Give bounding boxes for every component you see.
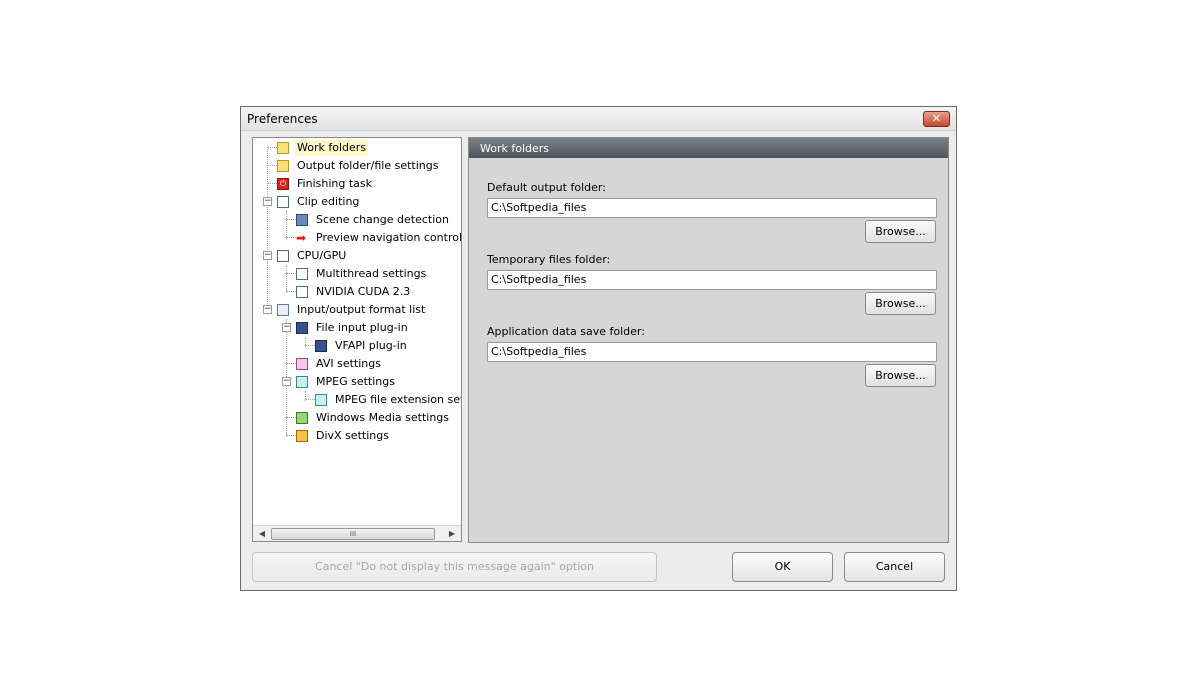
browse-temporary-files-button[interactable]: Browse... (865, 292, 936, 315)
cancel-button[interactable]: Cancel (844, 552, 945, 582)
film-icon (296, 214, 308, 226)
title-bar: Preferences ✕ (241, 107, 956, 131)
app-data-input[interactable]: C:\Softpedia_files (487, 342, 937, 362)
edit-icon (277, 250, 289, 262)
scroll-right-icon[interactable]: ▶ (445, 527, 459, 540)
panel-header: Work folders (469, 138, 948, 158)
settings-tree: − − − − − Work folders Output folder/fil… (252, 137, 462, 542)
expander-cpu-gpu[interactable]: − (263, 251, 272, 260)
browse-app-data-button[interactable]: Browse... (865, 364, 936, 387)
edit-icon (296, 286, 308, 298)
avi-icon (296, 358, 308, 370)
plug-icon (315, 340, 327, 352)
ok-button[interactable]: OK (732, 552, 833, 582)
browse-default-output-button[interactable]: Browse... (865, 220, 936, 243)
expander-io-format[interactable]: − (263, 305, 272, 314)
close-button[interactable]: ✕ (923, 111, 950, 127)
preferences-dialog: Preferences ✕ − − − − − Work folders Out… (240, 106, 957, 591)
expander-mpeg[interactable]: − (282, 377, 291, 386)
mpeg-icon (296, 376, 308, 388)
work-folders-panel: Work folders Default output folder: C:\S… (468, 137, 949, 543)
horizontal-scrollbar[interactable]: ◀ III ▶ (253, 525, 461, 541)
cancel-do-not-display-button[interactable]: Cancel "Do not display this message agai… (252, 552, 657, 582)
power-icon: ⏻ (277, 178, 289, 190)
plug-icon (296, 322, 308, 334)
folder-icon (277, 142, 289, 154)
default-output-input[interactable]: C:\Softpedia_files (487, 198, 937, 218)
edit-icon (296, 268, 308, 280)
temporary-files-input[interactable]: C:\Softpedia_files (487, 270, 937, 290)
default-output-label: Default output folder: (487, 181, 606, 194)
divx-icon (296, 430, 308, 442)
expander-file-input[interactable]: − (282, 323, 291, 332)
mpeg-icon (315, 394, 327, 406)
scroll-thumb[interactable]: III (271, 528, 435, 540)
edit-icon (277, 196, 289, 208)
list-icon (277, 304, 289, 316)
arrow-icon: ➡ (296, 231, 307, 245)
app-data-label: Application data save folder: (487, 325, 645, 338)
folder-file-icon (277, 160, 289, 172)
scroll-left-icon[interactable]: ◀ (255, 527, 269, 540)
temporary-files-label: Temporary files folder: (487, 253, 611, 266)
expander-clip-editing[interactable]: − (263, 197, 272, 206)
wmv-icon (296, 412, 308, 424)
window-title: Preferences (247, 112, 318, 126)
